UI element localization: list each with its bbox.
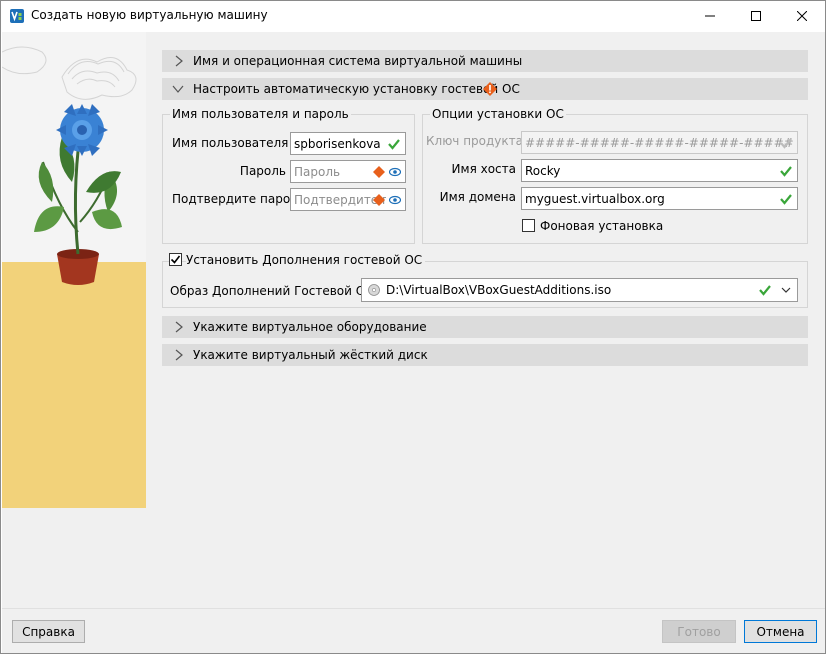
maximize-icon bbox=[751, 11, 761, 21]
disc-icon bbox=[368, 284, 380, 296]
additions-iso-combobox[interactable]: D:\VirtualBox\VBoxGuestAdditions.iso bbox=[361, 278, 798, 302]
install-options-group-title: Опции установки ОС bbox=[430, 107, 566, 121]
chevron-right-icon bbox=[175, 55, 183, 67]
install-guest-additions-label: Установить Дополнения гостевой ОС bbox=[186, 253, 426, 267]
password-label: Пароль bbox=[239, 164, 286, 178]
help-button[interactable]: Справка bbox=[12, 620, 85, 643]
close-window-button[interactable] bbox=[779, 1, 825, 31]
hostname-label: Имя хоста bbox=[451, 162, 516, 176]
domain-value: myguest.virtualbox.org bbox=[525, 192, 665, 206]
password-placeholder: Пароль bbox=[294, 165, 341, 179]
dialog-button-bar: Справка Готово Отмена bbox=[2, 608, 825, 653]
valid-check-icon bbox=[780, 166, 792, 177]
section-unattended-label: Настроить автоматическую установку госте… bbox=[193, 82, 520, 96]
confirm-password-field[interactable]: Подтвердите па... bbox=[290, 188, 406, 211]
maximize-button[interactable] bbox=[733, 1, 779, 31]
hostname-value: Rocky bbox=[525, 164, 561, 178]
minimize-icon bbox=[705, 15, 715, 17]
install-guest-additions-checkbox[interactable] bbox=[169, 253, 182, 266]
password-warning-icon bbox=[373, 166, 385, 178]
confirm-password-label: Подтвердите пароль bbox=[172, 192, 305, 206]
show-confirm-password-icon[interactable] bbox=[389, 194, 401, 206]
illustration-footer-space bbox=[2, 508, 162, 608]
warning-icon bbox=[483, 82, 497, 96]
section-hardware-header[interactable]: Укажите виртуальное оборудование bbox=[162, 316, 808, 338]
hostname-field[interactable]: Rocky bbox=[521, 159, 798, 182]
product-key-label: Ключ продукта bbox=[426, 134, 523, 148]
wizard-illustration bbox=[2, 32, 146, 508]
checkmark-icon bbox=[170, 255, 181, 264]
flower-pot-illustration bbox=[2, 32, 146, 508]
username-value: spborisenkova bbox=[294, 137, 381, 151]
close-icon bbox=[797, 11, 807, 21]
valid-check-icon bbox=[780, 194, 792, 205]
password-field[interactable]: Пароль bbox=[290, 160, 406, 183]
background-install-label: Фоновая установка bbox=[540, 219, 664, 233]
finish-button[interactable]: Готово bbox=[662, 620, 736, 643]
show-password-icon[interactable] bbox=[389, 166, 401, 178]
username-field[interactable]: spborisenkova bbox=[290, 132, 406, 155]
domain-label: Имя домена bbox=[439, 190, 516, 204]
chevron-down-icon[interactable] bbox=[781, 285, 791, 295]
valid-check-icon bbox=[759, 285, 771, 296]
confirm-warning-icon bbox=[373, 194, 385, 206]
virtualbox-icon bbox=[10, 9, 24, 23]
cancel-button[interactable]: Отмена bbox=[744, 620, 817, 643]
additions-iso-label: Образ Дополнений Гостевой ОС: bbox=[170, 284, 378, 298]
create-vm-dialog: Создать новую виртуальную машину Имя и о… bbox=[0, 0, 826, 654]
wizard-content: Имя и операционная система виртуальной м… bbox=[146, 32, 825, 608]
product-key-field: #####-#####-#####-#####-##### bbox=[521, 131, 798, 154]
title-bar: Создать новую виртуальную машину bbox=[1, 1, 825, 32]
chevron-down-icon bbox=[172, 85, 184, 93]
section-name-os-label: Имя и операционная система виртуальной м… bbox=[193, 54, 523, 68]
domain-field[interactable]: myguest.virtualbox.org bbox=[521, 187, 798, 210]
chevron-right-icon bbox=[175, 321, 183, 333]
section-hardware-label: Укажите виртуальное оборудование bbox=[193, 320, 427, 334]
username-label: Имя пользователя bbox=[172, 136, 289, 150]
product-key-check-icon bbox=[780, 138, 792, 149]
section-disk-header[interactable]: Укажите виртуальный жёсткий диск bbox=[162, 344, 808, 366]
window-title: Создать новую виртуальную машину bbox=[31, 8, 268, 22]
section-disk-label: Укажите виртуальный жёсткий диск bbox=[193, 348, 428, 362]
product-key-value: #####-#####-#####-#####-##### bbox=[525, 136, 794, 150]
valid-check-icon bbox=[388, 139, 400, 150]
background-install-checkbox[interactable] bbox=[522, 219, 535, 232]
username-password-group-title: Имя пользователя и пароль bbox=[170, 107, 351, 121]
section-name-os-header[interactable]: Имя и операционная система виртуальной м… bbox=[162, 50, 808, 72]
chevron-right-icon bbox=[175, 349, 183, 361]
minimize-button[interactable] bbox=[687, 1, 733, 31]
additions-iso-value: D:\VirtualBox\VBoxGuestAdditions.iso bbox=[386, 283, 612, 297]
section-unattended-header[interactable]: Настроить автоматическую установку госте… bbox=[162, 78, 808, 100]
